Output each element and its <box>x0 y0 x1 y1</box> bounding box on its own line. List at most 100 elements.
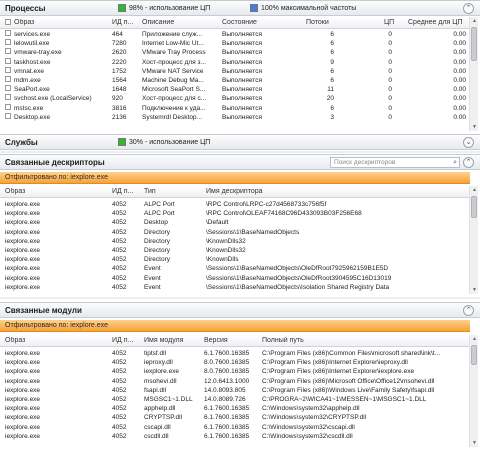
table-row[interactable]: SeaPort.exe 1648 Microsoft SeaPort S... … <box>0 85 470 94</box>
col-full-path[interactable]: Полный путь <box>262 337 462 344</box>
table-row[interactable]: iexplore.exe 4052 Event \Sessions\1\Base… <box>0 264 470 273</box>
cell-image: iexplore.exe <box>5 432 41 440</box>
row-checkbox[interactable] <box>5 39 11 46</box>
modules-header[interactable]: Связанные модули ⌃ <box>0 302 480 318</box>
cell-avg-cpu: 0.00 <box>453 76 466 84</box>
col-pid[interactable]: ИД п... <box>112 188 138 195</box>
collapse-modules-icon[interactable]: ⌃ <box>463 305 474 316</box>
services-header[interactable]: Службы 30% - использование ЦП ⌄ <box>0 134 480 150</box>
cell-description: Хост-процесс для с... <box>142 95 207 103</box>
cell-image: iexplore.exe <box>5 368 41 376</box>
processes-header[interactable]: Процессы 98% - использование ЦП 100% мак… <box>0 0 480 16</box>
table-row[interactable]: iexplore.exe 4052 ALPC Port \RPC Control… <box>0 200 470 209</box>
cell-image: vmware-tray.exe <box>14 49 62 57</box>
table-row[interactable]: Desktop.exe 2136 Systemrdl Desktop... Вы… <box>0 112 470 122</box>
handles-search-input[interactable]: Поиск дескрипторов ⌕ <box>330 157 460 168</box>
row-checkbox[interactable] <box>5 75 11 82</box>
cell-module-name: msohevi.dll <box>144 377 177 385</box>
table-row[interactable]: iexplore.exe 4052 cscdll.dll 6.1.7600.16… <box>0 432 470 441</box>
table-row[interactable]: iexplore.exe 4052 Directory \Sessions\1\… <box>0 228 470 237</box>
cell-avg-cpu: 0.00 <box>453 95 466 103</box>
row-checkbox[interactable] <box>5 57 11 64</box>
table-row[interactable]: iexplore.exe 4052 ieproxy.dll 8.0.7600.1… <box>0 358 470 367</box>
scroll-down-icon[interactable]: ▼ <box>470 439 479 447</box>
col-status[interactable]: Состояние <box>222 19 302 26</box>
modules-scrollbar[interactable]: ▲ ▼ <box>469 335 478 447</box>
cell-description: VMware Tray Process <box>142 49 206 57</box>
scroll-thumb[interactable] <box>471 196 477 218</box>
row-checkbox[interactable] <box>5 85 11 92</box>
scroll-up-icon[interactable]: ▲ <box>470 186 479 194</box>
table-row[interactable]: iexplore.exe 4052 Desktop \Default <box>0 218 470 227</box>
table-row[interactable]: iexplore.exe 4052 cscapi.dll 6.1.7600.16… <box>0 423 470 432</box>
cell-version: 14.0.8089.726 <box>204 395 246 403</box>
col-module-name[interactable]: Имя модуля <box>144 337 200 344</box>
row-checkbox[interactable] <box>5 30 11 36</box>
processes-scrollbar[interactable]: ▲ ▼ <box>469 17 478 131</box>
table-row[interactable]: iexplore.exe 4052 tiptsf.dll 6.1.7600.16… <box>0 349 470 358</box>
collapse-handles-icon[interactable]: ⌃ <box>463 157 474 168</box>
col-avg-cpu[interactable]: Среднее для ЦП <box>408 19 468 26</box>
row-checkbox[interactable] <box>5 66 11 73</box>
cell-pid: 4052 <box>112 283 127 291</box>
handles-header[interactable]: Связанные дескрипторы Поиск дескрипторов… <box>0 154 480 170</box>
cell-module-name: cscdll.dll <box>144 432 169 440</box>
select-all-checkbox[interactable] <box>5 19 11 25</box>
cell-version: 6.1.7600.16385 <box>204 350 250 357</box>
scroll-thumb[interactable] <box>471 345 477 365</box>
table-row[interactable]: iexplore.exe 4052 fsapi.dll 14.0.8093.80… <box>0 386 470 395</box>
expand-services-icon[interactable]: ⌄ <box>463 137 474 148</box>
table-row[interactable]: vmware-tray.exe 2620 VMware Tray Process… <box>0 48 470 57</box>
cell-type: Event <box>144 265 161 273</box>
cell-pid: 3816 <box>112 104 127 112</box>
table-row[interactable]: lelowutil.exe 7280 Internet Low-Mic Ut..… <box>0 39 470 48</box>
collapse-processes-icon[interactable]: ⌃ <box>463 3 474 14</box>
col-image[interactable]: Образ <box>14 19 110 26</box>
cell-version: 14.0.8093.805 <box>204 386 246 394</box>
col-handle-name[interactable]: Имя дескриптора <box>206 188 406 195</box>
table-row[interactable]: iexplore.exe 4052 Event \Sessions\1\Base… <box>0 274 470 283</box>
search-icon[interactable]: ⌕ <box>453 158 457 167</box>
col-cpu[interactable]: ЦП <box>384 19 404 26</box>
table-row[interactable]: iexplore.exe 4052 ALPC Port \RPC Control… <box>0 209 470 218</box>
scroll-down-icon[interactable]: ▼ <box>470 286 479 294</box>
table-row[interactable]: vmnat.exe 1752 VMware NAT Service Выполн… <box>0 66 470 76</box>
table-row[interactable]: services.exe 464 Приложение служ... Выпо… <box>0 30 470 39</box>
table-row[interactable]: iexplore.exe 4052 Directory \KnownDlls32 <box>0 246 470 255</box>
col-version[interactable]: Версия <box>204 337 258 344</box>
col-pid[interactable]: ИД п... <box>112 337 138 344</box>
col-type[interactable]: Тип <box>144 188 204 195</box>
table-row[interactable]: iexplore.exe 4052 CRYPTSP.dll 6.1.7600.1… <box>0 413 470 422</box>
scroll-up-icon[interactable]: ▲ <box>470 335 479 343</box>
cell-image: iexplore.exe <box>5 414 41 422</box>
table-row[interactable]: mdm.exe 1564 Machine Debug Ma... Выполня… <box>0 75 470 85</box>
col-description[interactable]: Описание <box>142 19 220 26</box>
table-row[interactable]: iexplore.exe 4052 Directory \KnownDlls32 <box>0 237 470 246</box>
col-pid[interactable]: ИД п... <box>112 19 138 26</box>
table-row[interactable]: iexplore.exe 4052 apphelp.dll 6.1.7600.1… <box>0 404 470 413</box>
table-row[interactable]: taskhost.exe 2220 Хост-процесс для з... … <box>0 57 470 67</box>
col-threads[interactable]: Потоки <box>306 19 336 26</box>
table-row[interactable]: iexplore.exe 4052 Directory \KnownDlls <box>0 255 470 264</box>
scroll-up-icon[interactable]: ▲ <box>470 17 479 25</box>
scroll-down-icon[interactable]: ▼ <box>470 123 479 131</box>
table-row[interactable]: iexplore.exe 4052 msohevi.dll 12.0.6413.… <box>0 377 470 386</box>
scroll-thumb[interactable] <box>471 27 477 61</box>
cell-handle-name: \Sessions\1\BaseNamedObjects <box>206 228 300 236</box>
col-image[interactable]: Образ <box>5 337 105 344</box>
row-checkbox[interactable] <box>5 94 11 101</box>
processes-cpu-text: 98% - использование ЦП <box>129 4 211 12</box>
col-image[interactable]: Образ <box>5 188 105 195</box>
row-checkbox[interactable] <box>5 103 11 110</box>
table-row[interactable]: mstsc.exe 3816 Подключение к уда... Выпо… <box>0 103 470 113</box>
modules-filter-bar: Отфильтровано по: iexplore.exe <box>0 320 470 332</box>
row-checkbox[interactable] <box>5 48 11 55</box>
table-row[interactable]: iexplore.exe 4052 MSGSC1~1.DLL 14.0.8089… <box>0 395 470 404</box>
handles-scrollbar[interactable]: ▲ ▼ <box>469 186 478 294</box>
row-checkbox[interactable] <box>5 112 11 119</box>
table-row[interactable]: iexplore.exe 4052 iexplore.exe 8.0.7600.… <box>0 367 470 376</box>
cell-threads: 6 <box>330 49 334 57</box>
cell-pid: 4052 <box>112 237 127 245</box>
table-row[interactable]: svchost.exe (LocalService) 920 Хост-проц… <box>0 94 470 103</box>
table-row[interactable]: iexplore.exe 4052 Event \Sessions\1\Base… <box>0 283 470 292</box>
